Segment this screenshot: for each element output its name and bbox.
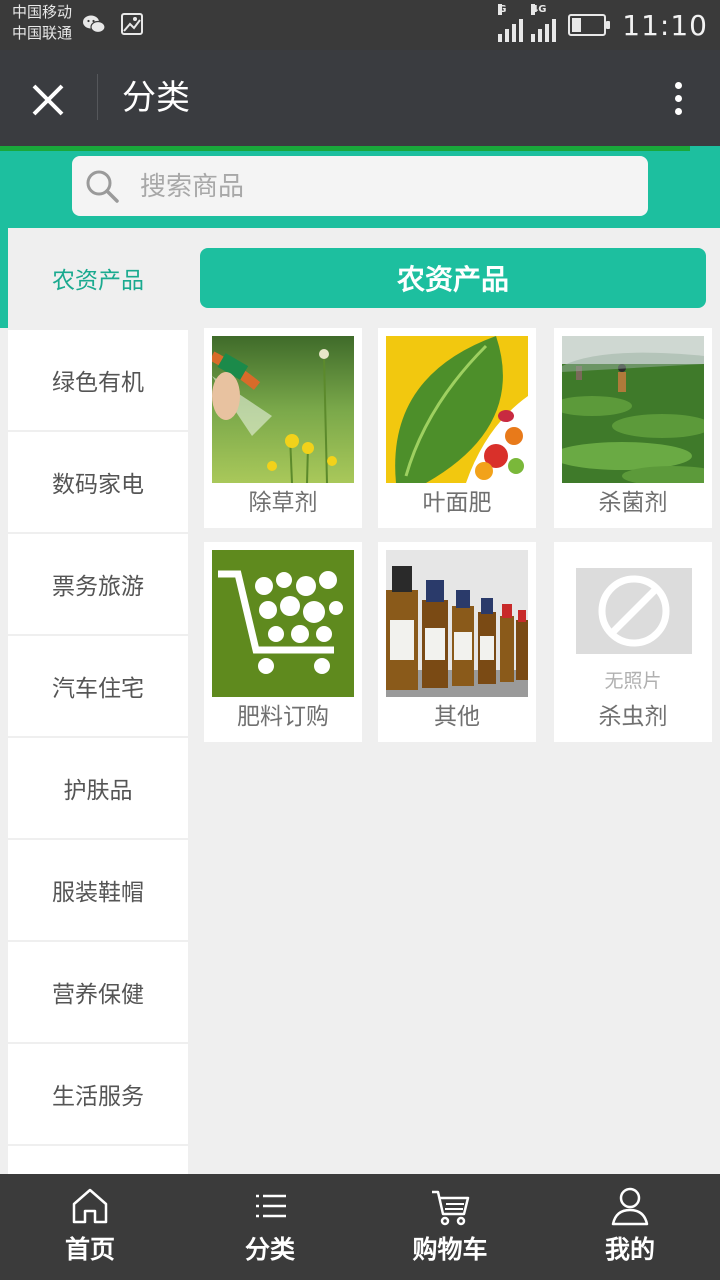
tab-cart[interactable]: 购物车 — [360, 1174, 540, 1280]
sidebar-item-more[interactable] — [8, 1146, 188, 1174]
wechat-icon — [83, 15, 106, 34]
active-indicator — [0, 228, 8, 328]
title-divider — [97, 74, 98, 120]
cart-icon — [432, 1190, 470, 1226]
leaf-fertilizer-image — [386, 336, 528, 483]
product-label: 叶面肥 — [422, 490, 492, 516]
carrier-labels: 中国移动 中国联通 — [12, 2, 72, 44]
no-photo-text: 无照片 — [604, 670, 662, 692]
page-load-progress — [0, 146, 690, 151]
no-photo-placeholder: 无照片 — [562, 550, 704, 697]
product-card-fertilizer-order[interactable]: 肥料订购 — [204, 542, 362, 742]
product-label: 除草剂 — [248, 490, 318, 516]
tab-category[interactable]: 分类 — [180, 1174, 360, 1280]
product-card-foliar-fertilizer[interactable]: 叶面肥 — [378, 328, 536, 528]
herbicide-image — [212, 336, 354, 483]
sidebar-item-agri[interactable]: 农资产品 — [8, 228, 188, 328]
tab-label: 我的 — [604, 1235, 655, 1264]
bottom-tab-bar: 首页 分类 购物车 我的 — [0, 1174, 720, 1280]
product-label: 肥料订购 — [237, 704, 329, 730]
tab-label: 分类 — [244, 1235, 295, 1264]
search-area — [0, 146, 720, 228]
sidebar-item-services[interactable]: 生活服务 — [8, 1044, 188, 1144]
carrier-2: 中国联通 — [12, 24, 73, 42]
sidebar-item-auto-housing[interactable]: 汽车住宅 — [8, 636, 188, 736]
tab-label: 购物车 — [412, 1235, 488, 1264]
chemical-bottles-image — [386, 550, 528, 697]
sidebar-item-tickets[interactable]: 票务旅游 — [8, 534, 188, 634]
product-card-herbicide[interactable]: 除草剂 — [204, 328, 362, 528]
signal-icon-1: G — [498, 4, 524, 42]
category-banner: 农资产品 — [200, 248, 706, 308]
category-sidebar: 农资产品 绿色有机 数码家电 票务旅游 汽车住宅 护肤品 服装鞋帽 营养保健 生… — [8, 228, 188, 1174]
clock: 11:10 — [622, 8, 708, 42]
close-icon[interactable] — [22, 74, 74, 126]
sidebar-item-health[interactable]: 营养保健 — [8, 942, 188, 1042]
fungicide-image — [562, 336, 704, 483]
fertilizer-cart-image — [212, 550, 354, 697]
list-icon — [256, 1194, 286, 1218]
carrier-1: 中国移动 — [12, 3, 73, 21]
product-card-fungicide[interactable]: 杀菌剂 — [554, 328, 712, 528]
search-input[interactable] — [140, 168, 620, 204]
sidebar-item-digital[interactable]: 数码家电 — [8, 432, 188, 532]
status-bar: 中国移动 中国联通 G 4G 11:10 — [0, 0, 720, 50]
sidebar-item-organic[interactable]: 绿色有机 — [8, 330, 188, 430]
tab-label: 首页 — [64, 1235, 115, 1264]
home-icon — [72, 1188, 108, 1224]
tab-home[interactable]: 首页 — [0, 1174, 180, 1280]
more-menu-icon[interactable] — [670, 78, 686, 122]
image-icon — [121, 13, 143, 35]
product-card-insecticide[interactable]: 无照片 杀虫剂 — [554, 542, 712, 742]
search-icon — [86, 170, 119, 203]
title-bar: 分类 — [0, 50, 720, 146]
tab-profile[interactable]: 我的 — [540, 1174, 720, 1280]
sidebar-item-skincare[interactable]: 护肤品 — [8, 738, 188, 838]
product-label: 其他 — [434, 704, 480, 730]
user-icon — [611, 1187, 649, 1226]
signal-icon-2: 4G — [531, 4, 557, 42]
product-label: 杀虫剂 — [598, 704, 668, 730]
product-card-other[interactable]: 其他 — [378, 542, 536, 742]
page-title: 分类 — [122, 78, 190, 118]
battery-icon — [568, 14, 611, 36]
product-label: 杀菌剂 — [598, 490, 668, 516]
search-box[interactable] — [72, 156, 648, 216]
sidebar-item-apparel[interactable]: 服装鞋帽 — [8, 840, 188, 940]
